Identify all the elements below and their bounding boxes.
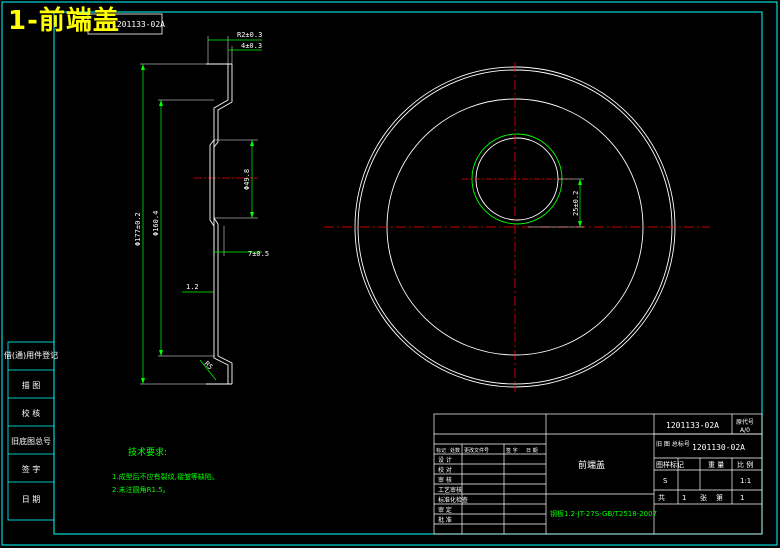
mark-value: S	[663, 477, 668, 485]
tech-item: 1.成型后不应有裂纹,褶皱等缺陷。	[112, 472, 219, 481]
sheets-total: 1	[682, 494, 686, 502]
dim-label: 4±0.3	[241, 42, 262, 50]
dim-label: Φ177±0.2	[134, 212, 142, 246]
sheet-no: 1	[740, 494, 744, 502]
old-no-label: 旧 图 总标号	[656, 440, 690, 448]
rev-header: 日 期	[526, 448, 538, 454]
rev-header: 处数	[450, 447, 460, 454]
rev-header: 签 字	[506, 447, 518, 454]
row-label: 审 定	[438, 506, 452, 514]
row-label: 标准化检查	[438, 496, 468, 504]
dim-label: R2±0.3	[237, 31, 262, 39]
cad-drawing: 1201133-02A 借(通)用件登记 描 图 校 核 旧底图总号 签 字 日…	[1, 1, 778, 546]
left-table-label: 日 期	[22, 495, 41, 504]
profile-inner	[213, 64, 233, 384]
row-label: 设 计	[438, 456, 452, 464]
sheets-total-label: 共	[658, 493, 665, 502]
replace-label: 原代号	[736, 418, 754, 426]
profile-outer	[209, 64, 229, 384]
page-title: 1-前端盖	[8, 6, 120, 36]
left-table-label: 校 核	[22, 408, 41, 418]
rev-header: 更改文件号	[464, 447, 489, 454]
sheet-label: 张	[700, 493, 707, 502]
dim-label: 1.2	[186, 283, 199, 291]
left-table-label: 签 字	[22, 464, 41, 474]
material: 钢板1.2-JT-27S-GB/T2518-2007	[550, 509, 657, 518]
left-table-label: 描 图	[22, 380, 41, 390]
dim-label: 7±0.5	[248, 250, 269, 258]
alt-number: 1201130-02A	[692, 443, 745, 452]
left-table	[7, 341, 55, 521]
left-table-label: 借(通)用件登记	[4, 350, 58, 360]
row-label: 批 准	[438, 516, 452, 524]
row-label: 审 核	[438, 476, 452, 484]
mark-label: 图样标记	[656, 460, 684, 469]
sheet-no-label: 第	[716, 493, 723, 502]
weight-label: 重 量	[708, 461, 724, 469]
scale-label: 比 例	[737, 460, 753, 469]
left-table-label: 旧底图总号	[11, 436, 51, 446]
dim-label: Φ49.8	[243, 169, 251, 190]
rev-header: 标记	[436, 447, 446, 454]
part-name: 前端盖	[578, 459, 605, 471]
dim-label: R5	[203, 360, 215, 372]
dim-label: 25±0.2	[572, 191, 580, 216]
front-view	[324, 62, 710, 392]
row-label: 工艺审核	[438, 486, 462, 494]
replace-value: A/0	[740, 427, 750, 434]
drawing-number: 1201133-02A	[666, 421, 719, 430]
tech-item: 2.未注圆角R1.5。	[112, 485, 170, 494]
dim-label: Φ160.4	[152, 211, 160, 236]
section-view	[140, 36, 262, 385]
scale-value: 1:1	[740, 477, 751, 485]
row-label: 校 对	[438, 466, 452, 474]
tech-heading: 技术要求:	[128, 446, 167, 458]
